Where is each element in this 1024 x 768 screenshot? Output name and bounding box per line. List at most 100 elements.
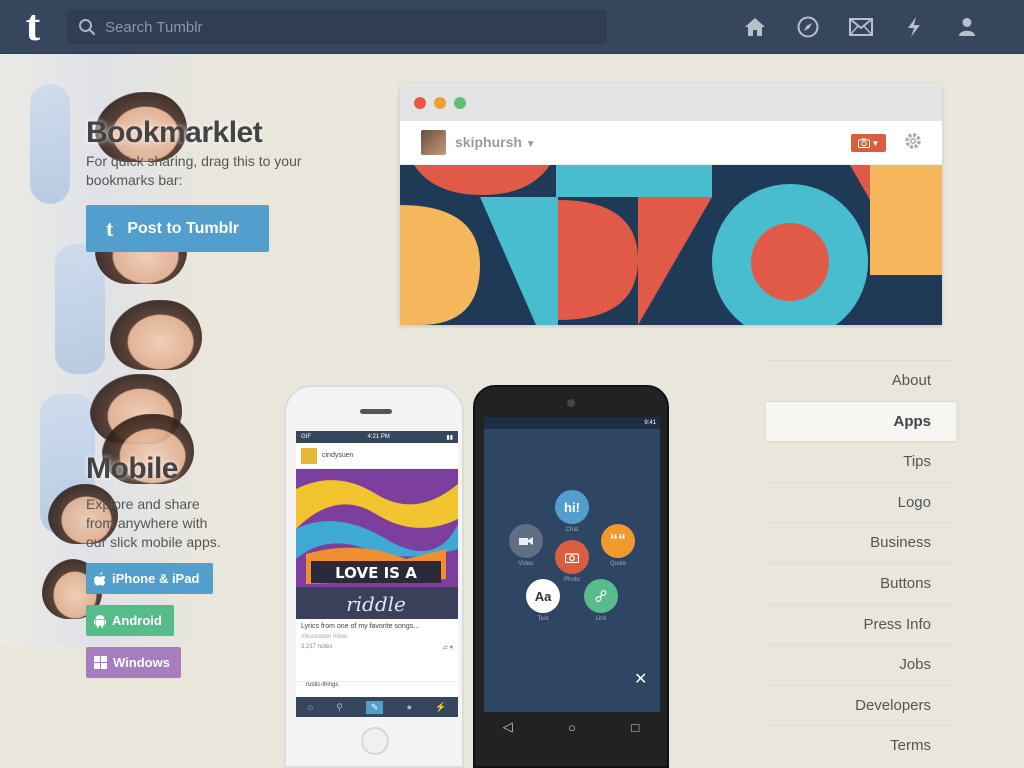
gear-icon	[905, 133, 921, 149]
bookmarklet-description: For quick sharing, drag this to your boo…	[86, 152, 302, 190]
iphone-tab-bar: ⌂ ⚲ ✎ ● ⚡	[296, 697, 458, 717]
chat-bubble: hi!	[555, 490, 589, 524]
search-bar[interactable]	[67, 10, 607, 44]
svg-text:LOVE IS A: LOVE IS A	[335, 564, 417, 582]
bookmarklet-description-line2: bookmarks bar:	[86, 172, 183, 188]
video-bubble	[509, 524, 543, 558]
account-icon[interactable]	[954, 14, 980, 40]
mobile-description-line3: our slick mobile apps.	[86, 534, 221, 550]
quote-bubble: ““	[601, 524, 635, 558]
mobile-description: Explore and share from anywhere with our…	[86, 495, 221, 552]
apps-side-navigation: About Apps Tips Logo Business Buttons Pr…	[766, 360, 956, 766]
iphone-mockup: GIF 4:21 PM ▮▮ cindysuen LOVE IS A riddl…	[284, 385, 464, 768]
next-post: rustic-things	[296, 681, 458, 693]
photo-label: Photo	[564, 577, 580, 583]
blog-username: skiphursh ▼	[455, 134, 536, 150]
bookmarklet-title: Bookmarklet	[86, 116, 263, 149]
android-icon	[94, 614, 106, 628]
sidenav-item-logo[interactable]: Logo	[766, 481, 956, 523]
post-artwork: LOVE IS A riddle	[296, 469, 458, 619]
android-screen: 9:41 hi! Chat Video Photo ““ Quote Aa Te…	[484, 417, 660, 712]
heart-icon: ♥	[449, 645, 453, 651]
sidenav-item-buttons[interactable]: Buttons	[766, 562, 956, 604]
post-to-tumblr-label: Post to Tumblr	[127, 219, 240, 237]
chevron-down-icon: ▼	[525, 139, 536, 150]
sidenav-item-terms[interactable]: Terms	[766, 725, 956, 766]
android-nav-bar: ◁ ○ □	[475, 712, 667, 742]
text-label: Text	[537, 616, 549, 622]
sidenav-item-apps[interactable]: Apps	[766, 400, 956, 442]
explore-icon[interactable]	[795, 14, 821, 40]
camera-icon	[857, 138, 870, 148]
mobile-description-line1: Explore and share	[86, 496, 200, 512]
post-username: cindysuen	[322, 452, 354, 459]
recents-icon: □	[631, 719, 640, 735]
search-icon: ⚲	[336, 701, 343, 712]
chat-label: Chat	[565, 527, 579, 533]
front-camera	[567, 399, 575, 407]
activity-icon[interactable]	[901, 14, 927, 40]
post-footer: 3,217 notes ⇄ ♥	[296, 640, 458, 655]
geometric-artwork	[400, 165, 942, 325]
video-icon	[519, 537, 533, 545]
minimize-dot	[434, 97, 446, 109]
iphone-ipad-button[interactable]: iPhone & iPad	[86, 563, 213, 594]
text-bubble: Aa	[526, 579, 560, 613]
camera-post-button: ▼	[851, 134, 886, 152]
avatar	[421, 130, 446, 155]
post-caption: Lyrics from one of my favorite songs...	[301, 623, 420, 630]
reblog-icon: ⇄	[442, 645, 448, 651]
bookmarklet-description-line1: For quick sharing, drag this to your	[86, 153, 302, 169]
home-circle-icon: ○	[568, 719, 576, 735]
post-notes: 3,217 notes	[301, 644, 333, 650]
camera-icon	[565, 552, 579, 563]
windows-button[interactable]: Windows	[86, 647, 181, 678]
iphone-screen: GIF 4:21 PM ▮▮ cindysuen LOVE IS A riddl…	[296, 431, 458, 717]
iphone-ipad-label: iPhone & iPad	[112, 571, 200, 586]
sidenav-item-developers[interactable]: Developers	[766, 684, 956, 726]
tumblr-t-icon: t	[106, 215, 114, 241]
sidenav-item-about[interactable]: About	[766, 360, 956, 401]
mobile-title: Mobile	[86, 452, 179, 485]
activity-icon: ⚡	[435, 701, 447, 712]
quote-label: Quote	[609, 561, 627, 567]
account-icon: ●	[406, 702, 412, 712]
svg-text:riddle: riddle	[346, 592, 406, 616]
search-icon	[79, 19, 96, 36]
top-navigation-bar: t	[0, 0, 1024, 54]
iphone-home-button	[361, 727, 389, 755]
sidenav-item-press-info[interactable]: Press Info	[766, 603, 956, 645]
maximize-dot	[454, 97, 466, 109]
android-button[interactable]: Android	[86, 605, 174, 636]
tumblr-logo[interactable]: t	[13, 4, 53, 48]
home-icon[interactable]	[742, 14, 768, 40]
mobile-description-line2: from anywhere with	[86, 515, 208, 531]
android-label: Android	[112, 613, 162, 628]
sidenav-item-jobs[interactable]: Jobs	[766, 644, 956, 685]
sidenav-item-business[interactable]: Business	[766, 522, 956, 563]
link-icon	[595, 590, 607, 602]
windows-icon	[94, 656, 107, 669]
windows-label: Windows	[113, 655, 170, 670]
inbox-icon[interactable]	[848, 14, 874, 40]
sidenav-item-tips[interactable]: Tips	[766, 441, 956, 482]
link-bubble	[584, 579, 618, 613]
android-status-bar: 9:41	[484, 417, 660, 429]
iphone-status-bar: GIF 4:21 PM ▮▮	[296, 431, 458, 443]
post-to-tumblr-button[interactable]: t Post to Tumblr	[86, 205, 269, 252]
search-input[interactable]	[105, 18, 585, 36]
android-mockup: 9:41 hi! Chat Video Photo ““ Quote Aa Te…	[473, 385, 669, 768]
apple-icon	[94, 571, 106, 586]
back-icon: ◁	[502, 719, 513, 734]
compose-icon: ✎	[365, 700, 384, 714]
close-dot	[414, 97, 426, 109]
post-header: cindysuen	[296, 443, 458, 469]
avatar	[301, 447, 317, 464]
iphone-speaker	[360, 409, 392, 414]
browser-chrome	[400, 83, 942, 121]
link-label: Link	[595, 616, 607, 622]
home-icon: ⌂	[307, 702, 313, 712]
browser-mockup: skiphursh ▼ ▼	[400, 83, 942, 325]
photo-bubble	[555, 540, 589, 574]
video-label: Video	[518, 561, 534, 567]
